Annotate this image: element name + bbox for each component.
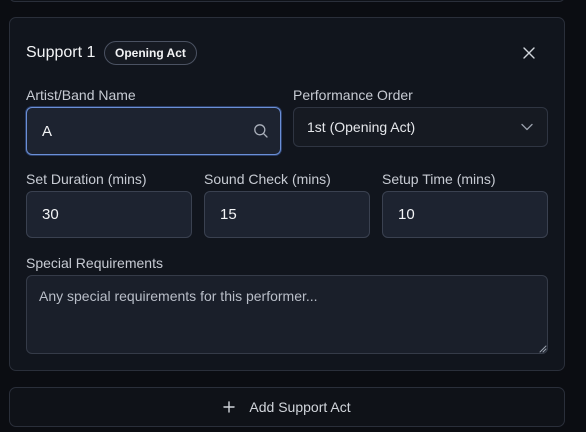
performance-order-value: 1st (Opening Act) bbox=[307, 119, 416, 135]
setup-time-value: 10 bbox=[398, 206, 415, 223]
setup-time-input[interactable]: 10 bbox=[382, 191, 548, 238]
sound-check-value: 15 bbox=[220, 206, 237, 223]
artist-name-input[interactable]: A bbox=[26, 107, 281, 155]
search-icon[interactable] bbox=[252, 122, 270, 140]
sound-check-label: Sound Check (mins) bbox=[204, 171, 331, 187]
artist-name-label: Artist/Band Name bbox=[26, 87, 136, 103]
performance-order-select[interactable]: 1st (Opening Act) bbox=[293, 107, 548, 147]
card-title: Support 1 bbox=[26, 44, 96, 61]
resize-handle-icon[interactable] bbox=[539, 345, 547, 353]
add-support-act-button[interactable]: Add Support Act bbox=[9, 387, 565, 427]
chevron-down-icon bbox=[520, 120, 534, 134]
set-duration-input[interactable]: 30 bbox=[26, 191, 192, 238]
add-support-act-label: Add Support Act bbox=[249, 399, 351, 415]
special-requirements-placeholder: Any special requirements for this perfor… bbox=[39, 288, 318, 304]
opening-act-badge: Opening Act bbox=[104, 41, 197, 65]
previous-card-edge bbox=[9, 0, 565, 2]
performance-order-label: Performance Order bbox=[293, 87, 413, 103]
close-icon[interactable] bbox=[518, 42, 540, 64]
special-requirements-label: Special Requirements bbox=[26, 255, 163, 271]
artist-name-value: A bbox=[42, 122, 53, 140]
sound-check-input[interactable]: 15 bbox=[204, 191, 370, 238]
setup-time-label: Setup Time (mins) bbox=[382, 171, 496, 187]
plus-icon bbox=[223, 401, 236, 413]
support-act-card: Support 1 Opening Act Artist/Band Name A… bbox=[9, 17, 565, 371]
special-requirements-textarea[interactable]: Any special requirements for this perfor… bbox=[26, 275, 548, 354]
set-duration-value: 30 bbox=[42, 206, 59, 223]
set-duration-label: Set Duration (mins) bbox=[26, 171, 147, 187]
